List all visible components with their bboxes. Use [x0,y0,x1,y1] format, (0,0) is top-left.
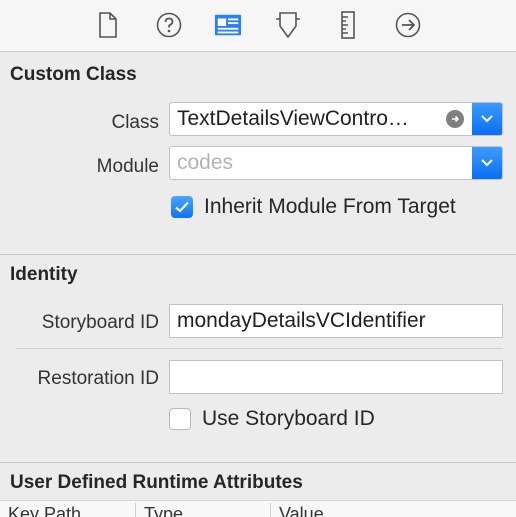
class-label: Class [111,112,159,133]
restoration-id-label: Restoration ID [37,368,159,389]
size-icon[interactable] [334,11,362,39]
restoration-id-field[interactable] [169,360,503,394]
class-combobox[interactable]: TextDetailsViewContro… [169,102,503,136]
chevron-down-icon [481,159,493,167]
use-storyboard-id-checkbox-row[interactable]: Use Storyboard ID [169,407,375,431]
column-header-value[interactable]: Value [279,504,324,517]
column-divider [270,503,271,517]
runtime-attributes-table-header: Key Path Type Value [0,500,516,517]
inherit-module-checkbox-row[interactable]: Inherit Module From Target [171,195,456,219]
inherit-module-checkbox[interactable] [171,196,193,218]
section-divider [0,462,516,463]
checkmark-icon [175,201,189,213]
inherit-module-label: Inherit Module From Target [204,195,456,218]
class-dropdown-button[interactable] [472,103,502,135]
storyboard-id-field[interactable]: mondayDetailsVCIdentifier [169,304,503,338]
module-combobox[interactable]: codes [169,146,503,180]
module-placeholder: codes [177,151,234,174]
field-divider [16,348,503,349]
storyboard-id-label: Storyboard ID [41,312,159,333]
identity-title: Identity [10,264,78,285]
file-icon[interactable] [94,11,122,39]
section-divider [0,254,516,255]
column-header-type[interactable]: Type [144,504,183,517]
module-dropdown-button[interactable] [472,147,502,179]
module-label: Module [96,156,159,177]
identity-icon[interactable] [214,11,242,39]
chevron-down-icon [481,115,493,123]
column-divider [135,503,136,517]
column-header-key-path[interactable]: Key Path [8,504,81,517]
connections-icon[interactable] [394,11,422,39]
attributes-icon[interactable] [274,11,302,39]
storyboard-id-value: mondayDetailsVCIdentifier [177,309,426,332]
class-value: TextDetailsViewContro… [177,107,409,130]
runtime-attributes-title: User Defined Runtime Attributes [10,472,303,493]
use-storyboard-id-label: Use Storyboard ID [202,407,375,430]
custom-class-title: Custom Class [10,64,137,85]
help-icon[interactable] [155,11,183,39]
inspector-toolbar [0,0,516,52]
use-storyboard-id-checkbox[interactable] [169,408,191,430]
navigate-arrow-icon[interactable] [446,110,464,128]
